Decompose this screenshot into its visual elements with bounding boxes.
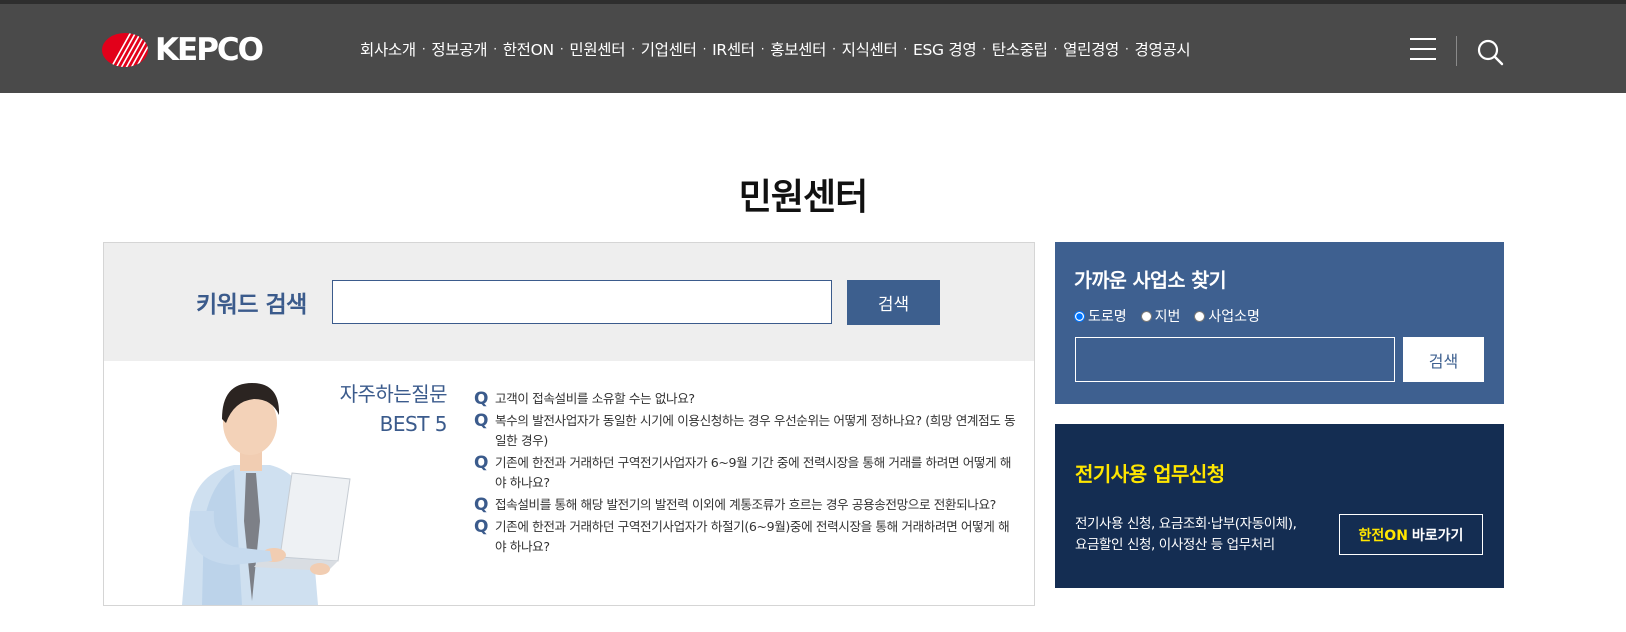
nav-item-open-management[interactable]: 열린경영 [1063,38,1119,60]
faq-list: Q 고객이 접속설비를 소유할 수는 없나요? Q 복수의 발전사업자가 동일한 시… [474,389,1019,559]
nav-item-business-center[interactable]: 기업센터 [641,38,697,60]
faq-q-marker: Q [474,517,489,537]
radio-road-name-input[interactable] [1074,310,1085,322]
radio-lot-number[interactable]: 지번 [1140,306,1181,326]
nearby-office-panel: 가까운 사업소 찾기 도로명 지번 사업소명 검색 [1055,242,1504,404]
search-type-radio-group: 도로명 지번 사업소명 [1074,306,1274,326]
faq-item[interactable]: Q 접속설비를 통해 해당 발전기의 발전력 이외에 계통조류가 흐르는 경우 공… [474,495,1019,515]
nav-item-knowledge-center[interactable]: 지식센터 [842,38,898,60]
radio-office-name-input[interactable] [1194,310,1206,322]
faq-item[interactable]: Q 고객이 접속설비를 소유할 수는 없나요? [474,389,1019,409]
faq-q-marker: Q [474,453,489,473]
nav-item-esg[interactable]: ESG 경영 [913,38,977,60]
electric-service-desc-line1: 전기사용 신청, 요금조회·납부(자동이체), [1075,516,1297,532]
nav-separator: · [421,42,426,56]
faq-q-marker: Q [474,411,489,431]
search-icon[interactable] [1476,38,1504,66]
nav-separator: · [1053,42,1058,56]
radio-office-name[interactable]: 사업소명 [1194,306,1260,326]
electric-service-panel: 전기사용 업무신청 전기사용 신청, 요금조회·납부(자동이체), 요금할인 신… [1055,424,1504,588]
radio-office-name-label: 사업소명 [1208,309,1260,325]
nav-separator: · [631,42,635,56]
kepco-on-shortcut-button[interactable]: 한전ON 바로가기 [1339,514,1483,555]
nav-separator: · [903,42,907,56]
page-title: 민원센터 [738,177,868,218]
nav-item-pr-center[interactable]: 홍보센터 [770,38,826,60]
faq-q-marker: Q [474,495,489,515]
nearby-office-search-input[interactable] [1075,337,1395,382]
nav-separator: · [760,42,765,56]
electric-service-description: 전기사용 신청, 요금조회·납부(자동이체), 요금할인 신청, 이사정산 등 … [1075,514,1335,556]
faq-area: 자주하는질문 BEST 5 Q 고객이 접속설비를 소유할 수는 없나요? Q 복수… [104,361,1034,605]
header-divider [1456,36,1457,66]
logo-text: KEPCO [155,32,264,68]
faq-item-text: 접속설비를 통해 해당 발전기의 발전력 이외에 계통조류가 흐르는 경우 공용… [495,497,996,512]
search-faq-panel: 키워드 검색 검색 자주하는질문 BEST 5 Q 고객이 접속설비를 소유할 … [103,242,1035,606]
radio-lot-number-label: 지번 [1154,309,1181,325]
nav-item-company[interactable]: 회사소개 [360,38,416,60]
nav-separator: · [1125,42,1129,56]
nav-item-carbon-neutral[interactable]: 탄소중립 [992,38,1048,60]
kepco-logo[interactable]: KEPCO [101,30,264,70]
radio-road-name[interactable]: 도로명 [1074,306,1127,326]
nav-separator: · [559,42,564,56]
kepco-logo-icon [102,33,148,67]
faq-item-text: 기존에 한전과 거래하던 구역전기사업자가 6~9월 기간 중에 전력시장을 통… [495,455,1012,490]
nav-separator: · [982,42,986,56]
faq-item[interactable]: Q 기존에 한전과 거래하던 구역전기사업자가 6~9월 기간 중에 전력시장을 … [474,453,1019,493]
faq-q-marker: Q [474,389,489,409]
main-navigation: 회사소개 · 정보공개 · 한전ON · 민원센터 · 기업센터 · IR센터 … [360,38,1191,60]
nav-item-info-disclosure[interactable]: 정보공개 [431,38,487,60]
radio-lot-number-input[interactable] [1140,310,1152,322]
nav-item-civil-center[interactable]: 민원센터 [569,38,625,60]
kepco-on-label: 한전ON [1358,527,1408,544]
faq-heading-line2: BEST 5 [379,412,448,436]
nav-separator: · [493,42,497,56]
faq-heading-line1: 자주하는질문 [339,382,448,406]
faq-item[interactable]: Q 복수의 발전사업자가 동일한 시기에 이용신청하는 경우 우선순위는 어떻게 … [474,411,1019,451]
electric-service-title: 전기사용 업무신청 [1075,462,1225,486]
hamburger-menu-icon[interactable] [1410,38,1436,60]
faq-heading: 자주하는질문 BEST 5 [304,379,448,439]
faq-item-text: 고객이 접속설비를 소유할 수는 없나요? [495,391,695,406]
faq-item-text: 복수의 발전사업자가 동일한 시기에 이용신청하는 경우 우선순위는 어떻게 정… [495,413,1016,448]
radio-road-name-label: 도로명 [1088,309,1127,325]
keyword-search-button[interactable]: 검색 [847,280,940,325]
site-header: KEPCO 회사소개 · 정보공개 · 한전ON · 민원센터 · 기업센터 ·… [0,4,1626,93]
electric-service-desc-line2: 요금할인 신청, 이사정산 등 업무처리 [1075,537,1275,553]
nav-separator: · [702,42,707,56]
faq-item[interactable]: Q 기존에 한전과 거래하던 구역전기사업자가 하절기(6~9월)중에 전력시장을… [474,517,1019,557]
shortcut-label: 바로가기 [1411,527,1464,544]
nav-separator: · [832,42,836,56]
keyword-search-label: 키워드 검색 [196,292,307,318]
nav-item-ir-center[interactable]: IR센터 [712,38,755,60]
nav-item-kepco-on[interactable]: 한전ON [503,38,554,60]
keyword-search-input[interactable] [332,280,832,324]
nearby-office-title: 가까운 사업소 찾기 [1074,269,1227,292]
faq-item-text: 기존에 한전과 거래하던 구역전기사업자가 하절기(6~9월)중에 전력시장을 … [495,519,1010,554]
keyword-search-area: 키워드 검색 검색 [104,243,1034,361]
nav-item-management-disclosure[interactable]: 경영공시 [1135,38,1191,60]
nearby-office-search-button[interactable]: 검색 [1403,337,1484,382]
